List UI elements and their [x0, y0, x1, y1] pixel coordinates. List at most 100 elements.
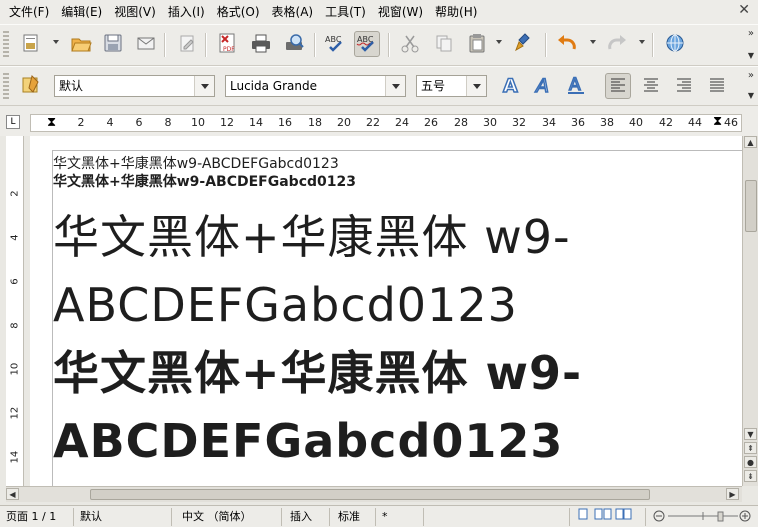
menu-tools[interactable]: 工具(T) — [319, 0, 372, 24]
justify-button[interactable] — [704, 73, 730, 99]
single-page-view-icon[interactable] — [576, 508, 590, 523]
open-button[interactable] — [68, 31, 94, 57]
new-dropdown-icon[interactable] — [53, 40, 59, 44]
vruler-tick-label: 8 — [9, 322, 21, 329]
toolbar-overflow-icon[interactable]: » — [748, 71, 754, 81]
cut-button[interactable] — [397, 31, 423, 57]
ruler-tick-label: 40 — [629, 116, 643, 129]
previous-page-icon[interactable]: ⇞ — [744, 442, 757, 454]
next-page-icon[interactable]: ⇟ — [744, 470, 757, 482]
menu-edit[interactable]: 编辑(E) — [55, 0, 108, 24]
menu-help[interactable]: 帮助(H) — [429, 0, 483, 24]
print-preview-button[interactable] — [281, 31, 307, 57]
chevron-down-icon[interactable] — [466, 76, 486, 96]
scroll-down-icon[interactable]: ▼ — [744, 428, 757, 440]
document-canvas[interactable]: 华文黑体+华康黑体w9-ABCDEFGabcd0123 华文黑体+华康黑体w9-… — [30, 136, 742, 486]
menu-file[interactable]: 文件(F) — [0, 0, 55, 24]
horizontal-scroll-thumb[interactable] — [90, 489, 650, 500]
scroll-left-icon[interactable]: ◀ — [6, 488, 19, 500]
view-layout[interactable] — [570, 508, 646, 526]
save-button[interactable] — [100, 31, 126, 57]
text-line-bold-small[interactable]: 华文黑体+华康黑体w9-ABCDEFGabcd0123 — [53, 171, 356, 191]
bold-button[interactable]: A — [498, 73, 524, 99]
selection-mode[interactable]: 标准 — [330, 508, 376, 526]
italic-button[interactable]: A — [531, 73, 557, 99]
chevron-down-icon[interactable] — [194, 76, 214, 96]
scroll-up-icon[interactable]: ▲ — [744, 136, 757, 148]
navigator-icon[interactable]: ● — [744, 456, 757, 468]
menu-window[interactable]: 视窗(W) — [372, 0, 429, 24]
copy-button[interactable] — [431, 31, 457, 57]
horizontal-scrollbar[interactable]: ◀ ▶ — [6, 486, 742, 502]
page-style[interactable]: 默认 — [74, 508, 172, 526]
book-view-icon[interactable] — [615, 508, 633, 523]
align-left-button[interactable] — [605, 73, 631, 99]
font-size-combo[interactable]: 五号 — [416, 75, 487, 97]
paintbrush-icon — [513, 32, 533, 57]
text-line-regular-large-2[interactable]: ABCDEFGabcd0123 — [53, 277, 518, 333]
clipboard-icon — [467, 33, 487, 56]
paste-dropdown-icon[interactable] — [496, 40, 502, 44]
text-line-regular-large-1[interactable]: 华文黑体+华康黑体 w9- — [53, 209, 571, 265]
toolbar-options-icon[interactable]: ▼ — [748, 91, 754, 101]
vruler-tick-label: 2 — [9, 190, 21, 197]
right-indent-marker-icon[interactable]: ⧗ — [713, 115, 722, 129]
autospellcheck-button[interactable]: ABC — [354, 31, 380, 57]
undo-dropdown-icon[interactable] — [590, 40, 596, 44]
undo-button[interactable] — [554, 31, 580, 57]
align-right-button[interactable] — [671, 73, 697, 99]
vertical-scrollbar[interactable]: ▲ ▼ ⇞ ● ⇟ — [742, 136, 758, 486]
menu-format[interactable]: 格式(O) — [211, 0, 266, 24]
horizontal-ruler[interactable]: L ⧗ 2 4 6 8 10 12 14 16 18 20 22 24 26 2… — [0, 106, 758, 136]
spellcheck-button[interactable]: ABC — [322, 31, 348, 57]
underline-button[interactable]: A — [563, 73, 589, 99]
vruler-tick-label: 4 — [9, 234, 21, 241]
edit-file-button[interactable] — [174, 31, 200, 57]
menu-insert[interactable]: 插入(I) — [162, 0, 211, 24]
email-button[interactable] — [133, 31, 159, 57]
text-line-bold-large-2[interactable]: ABCDEFGabcd0123 — [53, 413, 563, 469]
redo-button[interactable] — [604, 31, 630, 57]
page-indicator[interactable]: 页面 1 / 1 — [0, 508, 74, 526]
toolbar-grip[interactable] — [3, 31, 9, 59]
insert-mode[interactable]: 插入 — [282, 508, 330, 526]
ruler-tick-label: 8 — [164, 116, 172, 129]
paste-button[interactable] — [464, 31, 490, 57]
clone-formatting-button[interactable] — [510, 31, 536, 57]
svg-text:PDF: PDF — [223, 46, 235, 53]
align-center-button[interactable] — [638, 73, 664, 99]
ruler-tick-label: 36 — [571, 116, 585, 129]
toolbar-grip[interactable] — [3, 73, 9, 101]
text-line-bold-large-1[interactable]: 华文黑体+华康黑体 w9- — [53, 345, 582, 401]
redo-dropdown-icon[interactable] — [639, 40, 645, 44]
tab-stop-selector[interactable]: L — [6, 115, 20, 129]
styles-formatting-button[interactable] — [18, 73, 44, 99]
export-pdf-button[interactable]: PDF — [215, 31, 241, 57]
menu-view[interactable]: 视图(V) — [108, 0, 162, 24]
two-page-view-icon[interactable] — [594, 508, 612, 523]
spellcheck-icon: ABC — [324, 33, 346, 56]
ruler-tick-label: 34 — [542, 116, 556, 129]
italic-a-icon: A — [533, 74, 555, 99]
hyperlink-button[interactable] — [662, 31, 688, 57]
text-line-regular-small[interactable]: 华文黑体+华康黑体w9-ABCDEFGabcd0123 — [53, 153, 339, 173]
styles-icon — [20, 74, 42, 99]
toolbar-overflow-icon[interactable]: » — [748, 29, 754, 39]
new-document-button[interactable] — [18, 31, 44, 57]
scroll-right-icon[interactable]: ▶ — [726, 488, 739, 500]
toolbar-options-icon[interactable]: ▼ — [748, 51, 754, 61]
menu-table[interactable]: 表格(A) — [266, 0, 320, 24]
indent-marker-icon[interactable]: ⧗ — [47, 116, 56, 130]
print-button[interactable] — [248, 31, 274, 57]
vertical-scroll-thumb[interactable] — [745, 180, 757, 232]
text-language[interactable]: 中文 （简体） — [172, 508, 282, 526]
chevron-down-icon[interactable] — [385, 76, 405, 96]
document-page[interactable]: 华文黑体+华康黑体w9-ABCDEFGabcd0123 华文黑体+华康黑体w9-… — [52, 150, 742, 486]
close-document-icon[interactable]: ✕ — [738, 2, 750, 18]
vertical-ruler[interactable]: 2 4 6 8 10 12 14 — [6, 136, 24, 486]
font-name-combo[interactable]: Lucida Grande — [225, 75, 406, 97]
toolbar-separator — [164, 33, 165, 57]
zoom-slider[interactable] — [646, 508, 758, 526]
ruler-tick-label: 2 — [77, 116, 85, 129]
paragraph-style-combo[interactable]: 默认 — [54, 75, 215, 97]
